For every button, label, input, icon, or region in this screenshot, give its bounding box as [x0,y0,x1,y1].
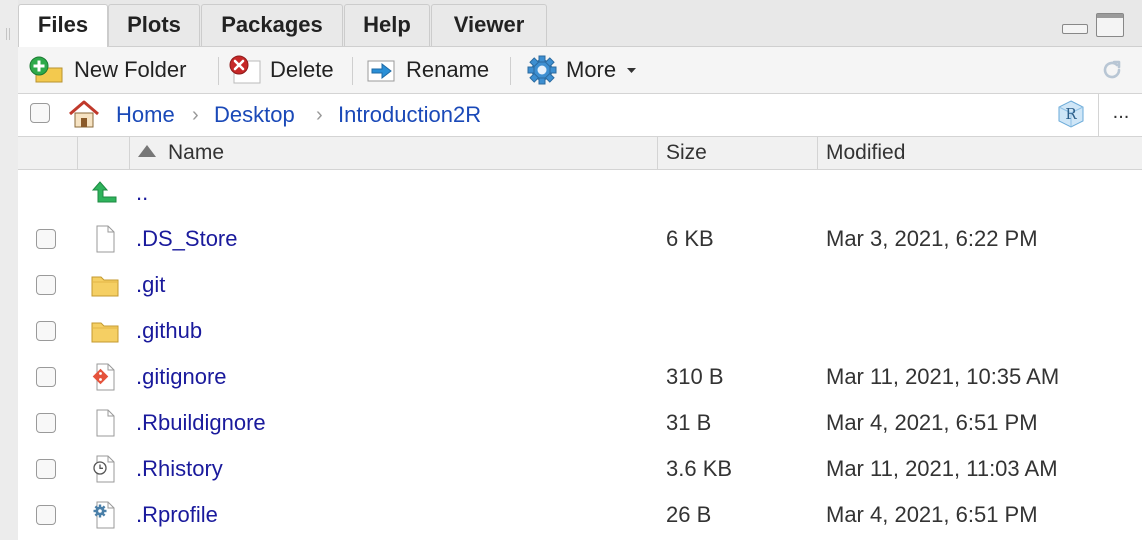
file-size: 31 B [666,410,712,435]
files-pane: Files Plots Packages Help Viewer New Fol… [18,0,1142,540]
rename-button[interactable]: Rename [364,47,489,93]
files-toolbar: New Folder Delete Rename More [18,47,1142,94]
breadcrumb: Home › Desktop › Introduction2R R ... [18,94,1142,137]
breadcrumb-home[interactable]: Home [116,94,175,136]
table-row[interactable]: .git [18,262,1142,308]
git-file-icon [92,363,115,391]
tab-files[interactable]: Files [18,4,108,47]
delete-icon [229,55,261,84]
select-all-checkbox[interactable] [30,103,50,123]
header-name-label: Name [168,141,225,164]
rproject-icon[interactable]: R [1056,99,1086,129]
file-size: 26 B [666,502,712,527]
pane-splitter[interactable] [0,0,19,540]
table-row[interactable]: .DS_Store 6 KB Mar 3, 2021, 6:22 PM [18,216,1142,262]
breadcrumb-separator: › [192,104,199,126]
refresh-icon[interactable] [1100,58,1124,82]
folder-icon [91,322,119,343]
gear-icon [527,55,557,85]
row-checkbox[interactable] [36,321,56,341]
file-size: 6 KB [666,226,714,251]
file-name-link[interactable]: .git [136,262,165,308]
table-row-parent[interactable]: .. [18,170,1142,216]
dropdown-caret-icon [627,68,637,73]
file-name-link[interactable]: .DS_Store [136,216,238,262]
header-modified[interactable]: Modified [818,137,1142,169]
file-size: 3.6 KB [666,456,733,481]
sort-ascending-icon [138,145,156,158]
settings-file-icon [93,501,115,529]
table-row[interactable]: .Rbuildignore 31 B Mar 4, 2021, 6:51 PM [18,400,1142,446]
file-table-header: Name Size Modified [18,137,1142,170]
new-folder-icon [29,56,63,83]
row-checkbox[interactable] [36,275,56,295]
path-overflow-button[interactable]: ... [1098,94,1142,136]
more-label: More [566,57,617,82]
file-modified: Mar 11, 2021, 10:35 AM [826,364,1060,389]
table-row[interactable]: .github [18,308,1142,354]
toolbar-separator [218,57,219,85]
row-checkbox[interactable] [36,505,56,525]
file-name-link[interactable]: .github [136,308,202,354]
folder-icon [91,276,119,297]
file-size: 310 B [666,364,724,389]
toolbar-separator [352,57,353,85]
breadcrumb-current-folder[interactable]: Introduction2R [338,94,481,136]
breadcrumb-desktop[interactable]: Desktop [214,94,295,136]
maximize-pane-button[interactable] [1096,13,1124,37]
file-modified: Mar 3, 2021, 6:22 PM [826,226,1038,251]
file-icon [96,409,115,437]
new-folder-label: New Folder [74,57,187,82]
file-name-link[interactable]: .Rbuildignore [136,400,266,446]
row-checkbox[interactable] [36,229,56,249]
header-name[interactable]: Name [130,137,658,169]
file-name-link[interactable]: .Rhistory [136,446,223,492]
rproject-badge-label: R [1065,105,1077,123]
tab-viewer[interactable]: Viewer [431,4,547,46]
tab-plots[interactable]: Plots [108,4,200,46]
toolbar-separator [510,57,511,85]
history-file-icon [93,455,115,483]
table-row[interactable]: .gitignore 310 B Mar 11, 2021, 10:35 AM [18,354,1142,400]
table-row[interactable]: .Rhistory 3.6 KB Mar 11, 2021, 11:03 AM [18,446,1142,492]
header-icon-column [78,137,130,169]
delete-label: Delete [270,57,334,82]
new-folder-button[interactable]: New Folder [28,47,186,93]
row-checkbox[interactable] [36,459,56,479]
more-menu-button[interactable]: More [526,47,642,93]
rename-label: Rename [406,57,490,82]
parent-directory-link[interactable]: .. [136,170,148,216]
delete-button[interactable]: Delete [228,47,334,93]
header-size[interactable]: Size [658,137,818,169]
file-modified: Mar 4, 2021, 6:51 PM [826,410,1038,435]
tab-bar: Files Plots Packages Help Viewer [18,0,1142,47]
file-modified: Mar 11, 2021, 11:03 AM [826,456,1058,481]
table-row[interactable]: .Rprofile 26 B Mar 4, 2021, 6:51 PM [18,492,1142,538]
home-icon[interactable] [66,98,102,130]
file-modified: Mar 4, 2021, 6:51 PM [826,502,1038,527]
splitter-grip [6,28,10,40]
tab-packages[interactable]: Packages [201,4,343,46]
rename-icon [367,60,395,82]
file-name-link[interactable]: .Rprofile [136,492,218,538]
file-name-link[interactable]: .gitignore [136,354,227,400]
tab-help[interactable]: Help [344,4,430,46]
row-checkbox[interactable] [36,367,56,387]
row-checkbox[interactable] [36,413,56,433]
file-icon [96,225,115,253]
parent-directory-icon [91,181,117,203]
header-checkbox-column [18,137,78,169]
breadcrumb-separator: › [316,104,323,126]
minimize-pane-button[interactable] [1062,24,1088,34]
